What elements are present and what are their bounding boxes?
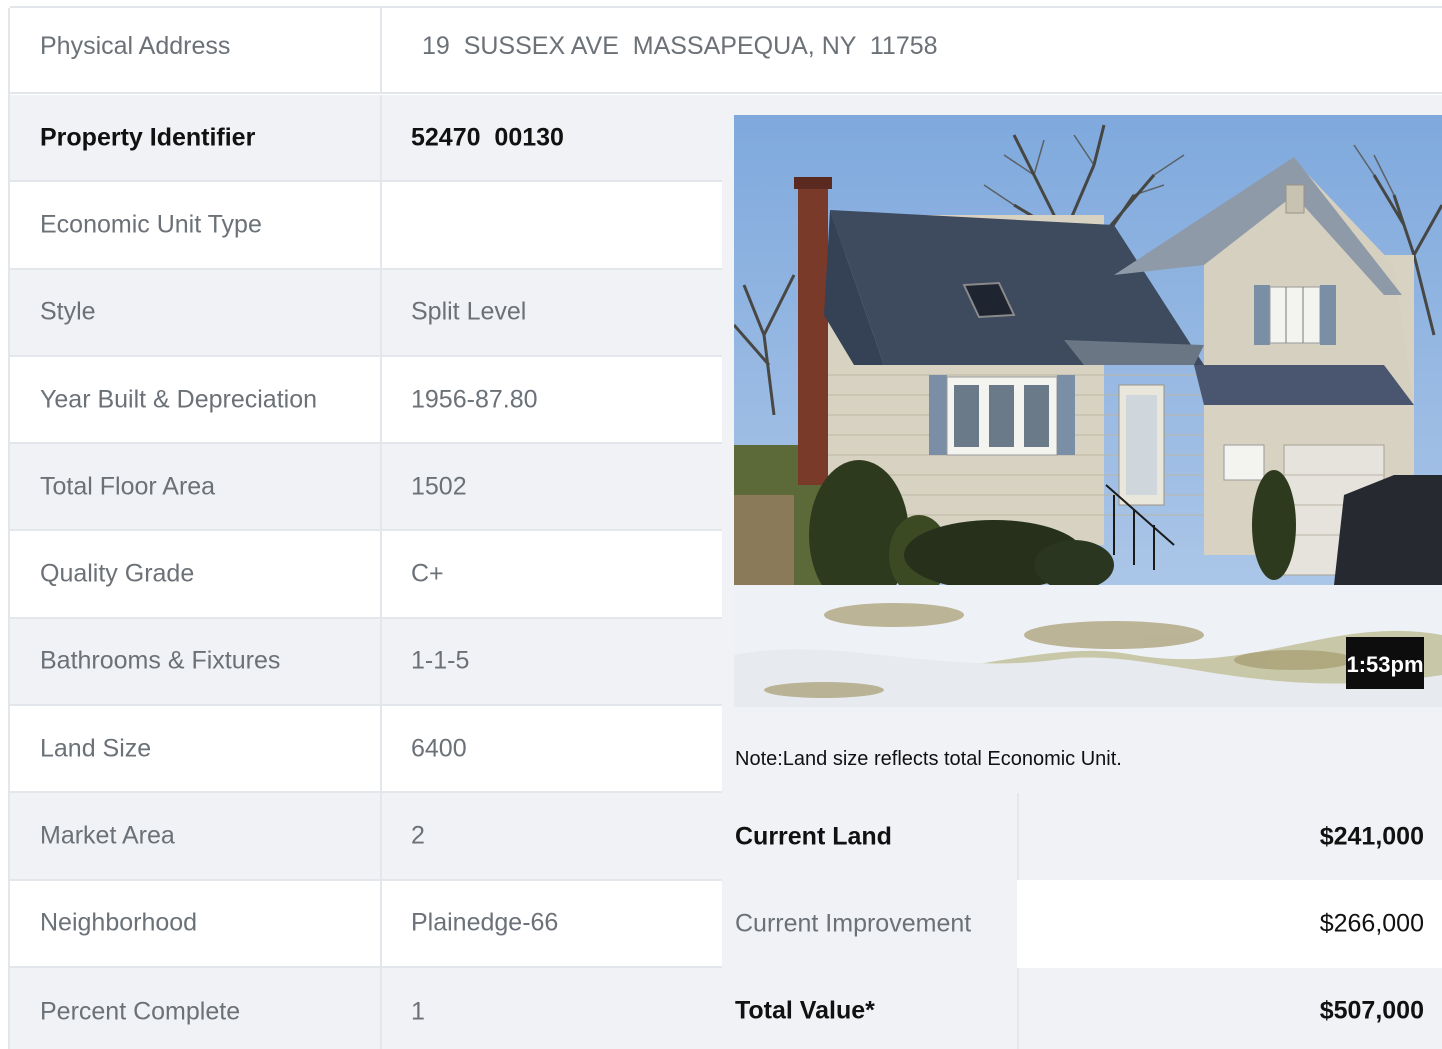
land-size-value: 6400 (411, 734, 467, 763)
cell-divider (380, 356, 382, 443)
row-property-identifier: Property Identifier 52470 00130 (10, 95, 722, 183)
row-total-value: Total Value* $507,000 (722, 967, 1442, 1049)
physical-address-label: Physical Address (40, 32, 231, 60)
total-floor-area-value: 1502 (411, 472, 467, 501)
neighborhood-label: Neighborhood (40, 908, 198, 937)
row-current-land: Current Land $241,000 (722, 793, 1442, 881)
total-value-amount: $507,000 (1319, 996, 1424, 1025)
cell-divider (380, 444, 382, 530)
row-current-improvement: Current Improvement $266,000 (722, 880, 1442, 968)
year-built-label: Year Built & Depreciation (40, 385, 318, 414)
row-quality-grade: Quality Grade C+ (10, 531, 722, 619)
property-identifier-label: Property Identifier (40, 123, 256, 152)
market-area-value: 2 (411, 821, 425, 850)
neighborhood-value: Plainedge-66 (411, 908, 559, 937)
style-value: Split Level (411, 297, 527, 326)
market-area-label: Market Area (40, 821, 175, 850)
valuation-table: Current Land $241,000 Current Improvemen… (722, 793, 1442, 1049)
cell-divider (380, 182, 382, 268)
house-photo-illustration: 1:53pm (734, 115, 1442, 707)
land-size-label: Land Size (40, 734, 152, 763)
percent-complete-value: 1 (411, 997, 425, 1026)
current-land-amount: $241,000 (1319, 822, 1424, 851)
property-record-page: Physical Address 19 SUSSEX AVE MASSAPEQU… (8, 6, 1442, 1049)
current-improvement-label: Current Improvement (735, 909, 972, 938)
photo-and-valuation-panel: 1:53pm Note:Land size reflects total Eco… (722, 95, 1442, 1049)
cell-divider (380, 967, 382, 1049)
style-label: Style (40, 297, 96, 326)
row-neighborhood: Neighborhood Plainedge-66 (10, 880, 722, 968)
property-identifier-value: 52470 00130 (411, 123, 564, 152)
row-bathrooms: Bathrooms & Fixtures 1-1-5 (10, 618, 722, 707)
cell-divider (380, 531, 382, 617)
row-land-size: Land Size 6400 (10, 706, 722, 794)
total-floor-area-label: Total Floor Area (40, 472, 216, 501)
percent-complete-label: Percent Complete (40, 997, 241, 1026)
row-total-floor-area: Total Floor Area 1502 (10, 444, 722, 532)
row-percent-complete: Percent Complete 1 (10, 967, 722, 1049)
row-market-area: Market Area 2 (10, 793, 722, 881)
cell-divider (380, 793, 382, 879)
physical-address-value: 19 SUSSEX AVE MASSAPEQUA, NY 11758 (422, 32, 938, 60)
bathrooms-value: 1-1-5 (411, 646, 470, 675)
value-cell: $266,000 (1017, 880, 1442, 968)
year-built-value: 1956-87.80 (411, 385, 538, 414)
row-economic-unit-type: Economic Unit Type (10, 182, 722, 270)
cell-divider (380, 706, 382, 792)
value-cell: $241,000 (1017, 793, 1442, 881)
property-photo[interactable]: 1:53pm (734, 115, 1442, 707)
total-value-label: Total Value* (735, 996, 875, 1025)
cell-divider (380, 880, 382, 966)
property-details-table: Property Identifier 52470 00130 Economic… (10, 95, 722, 1049)
quality-grade-label: Quality Grade (40, 559, 195, 588)
cell-divider (380, 269, 382, 355)
economic-unit-type-label: Economic Unit Type (40, 210, 262, 239)
cell-divider (380, 8, 382, 94)
land-size-note: Note:Land size reflects total Economic U… (735, 748, 1122, 770)
physical-address-row: Physical Address 19 SUSSEX AVE MASSAPEQU… (10, 8, 1442, 94)
cell-divider (380, 95, 382, 181)
current-improvement-amount: $266,000 (1319, 909, 1424, 938)
cell-divider (380, 618, 382, 705)
row-style: Style Split Level (10, 269, 722, 357)
photo-timestamp: 1:53pm (1346, 652, 1423, 677)
bathrooms-label: Bathrooms & Fixtures (40, 646, 281, 675)
current-land-label: Current Land (735, 822, 892, 851)
value-cell: $507,000 (1017, 967, 1442, 1049)
quality-grade-value: C+ (411, 559, 444, 588)
row-year-built: Year Built & Depreciation 1956-87.80 (10, 356, 722, 445)
